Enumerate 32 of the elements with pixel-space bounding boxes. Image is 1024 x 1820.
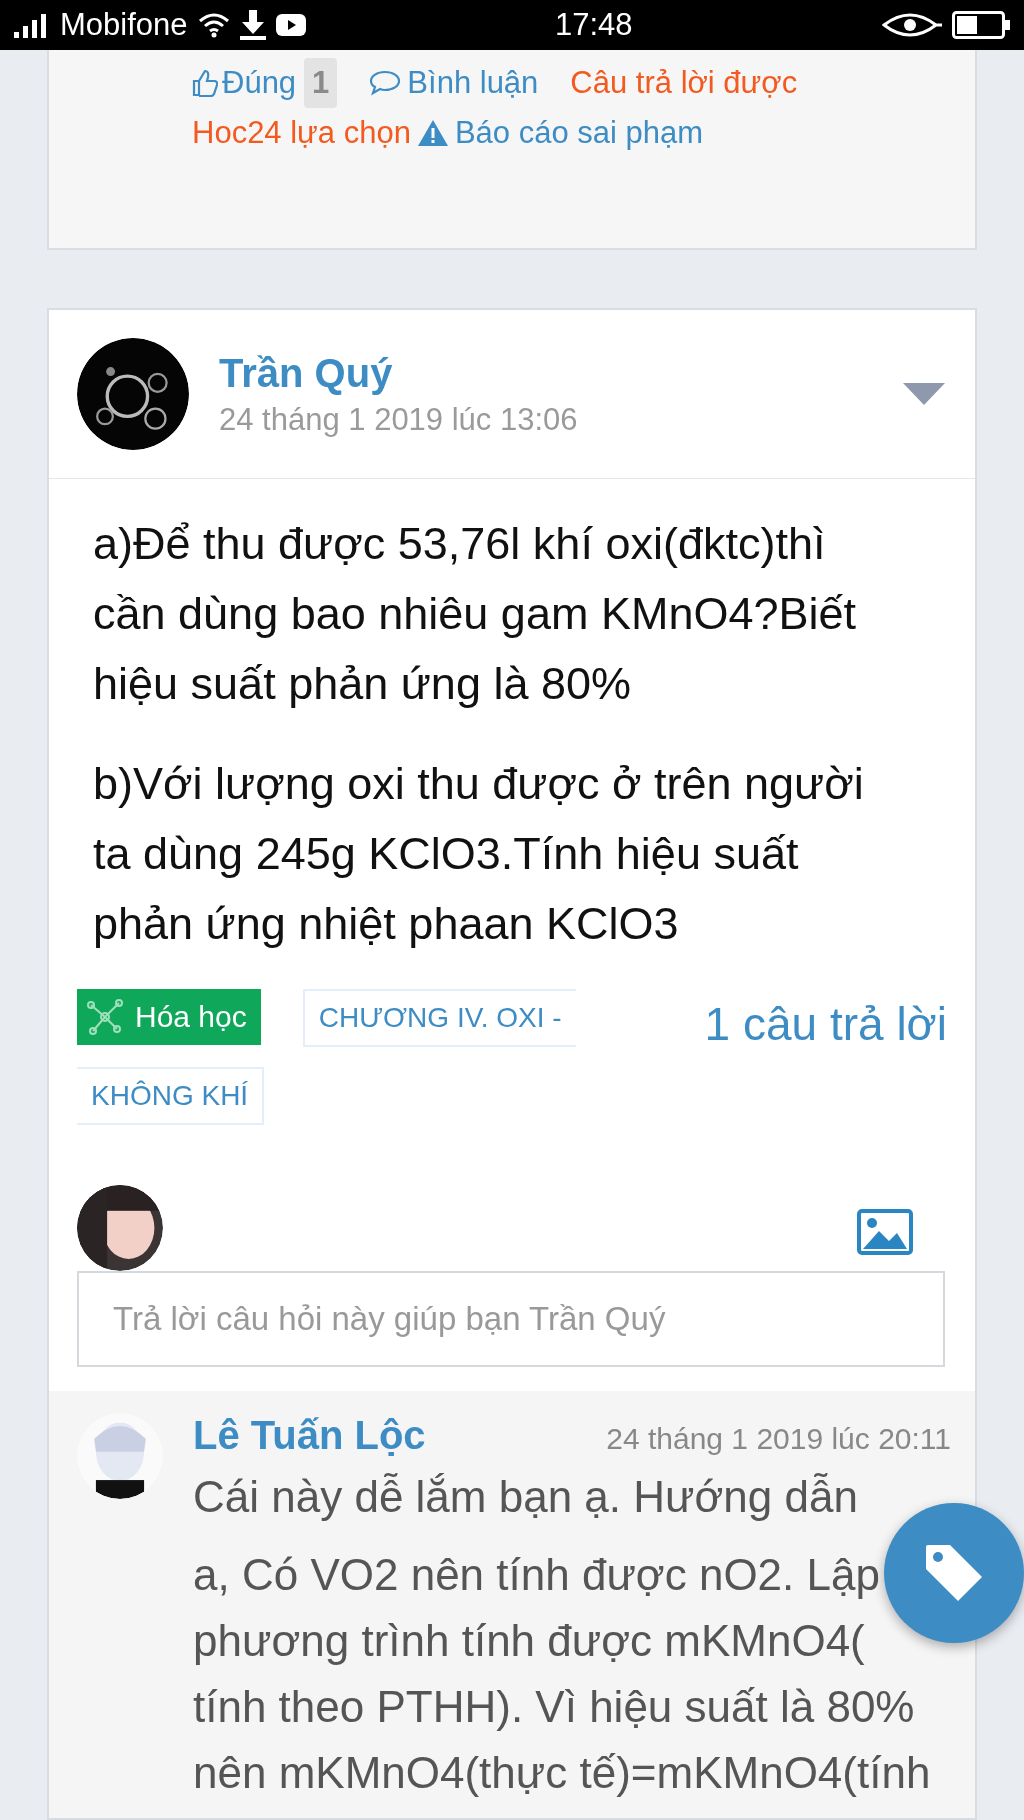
clock: 17:48 bbox=[555, 7, 633, 43]
dropdown-caret-icon[interactable] bbox=[903, 383, 945, 405]
comment-button[interactable]: Bình luận bbox=[369, 58, 539, 108]
chosen-answer-label: Hoc24 lựa chọn bbox=[192, 114, 411, 152]
chapter-tag[interactable]: CHƯƠNG IV. OXI - bbox=[302, 989, 576, 1047]
image-icon[interactable] bbox=[857, 1209, 913, 1255]
eye-icon bbox=[882, 11, 942, 39]
author-name[interactable]: Lê Tuấn Lộc bbox=[193, 1413, 426, 1458]
speech-bubble-icon bbox=[369, 70, 402, 96]
question-text: b)Với lượng oxi thu được ở trên người ta dùng 245g KClO3.Tính hiệu suất phản ứng nhiệt phaan KClO3 bbox=[93, 757, 865, 951]
chosen-answer-label: Câu trả lời được bbox=[570, 64, 798, 102]
chapter-tag[interactable]: KHÔNG KHÍ bbox=[77, 1067, 265, 1125]
vote-count: 1 bbox=[304, 58, 338, 108]
like-button[interactable]: Đúng 1 bbox=[192, 58, 338, 108]
question-text: a)Để thu được 53,76l khí oxi(đktc)thì cần dùng bao nhiêu gam KMnO4?Biết hiệu suất phản ứng là 80% bbox=[93, 517, 858, 711]
post-date: 24 tháng 1 2019 lúc 13:06 bbox=[219, 401, 579, 438]
author-name[interactable]: Trần Quý bbox=[219, 350, 873, 396]
subject-tag[interactable]: Hóa học bbox=[77, 989, 261, 1045]
wifi-icon bbox=[197, 12, 230, 38]
battery-icon bbox=[952, 11, 1010, 39]
answer-text: Cái này dễ lắm bạn ạ. Hướng dẫn bbox=[193, 1471, 859, 1523]
warning-icon bbox=[416, 119, 449, 147]
network-icon bbox=[85, 997, 125, 1037]
answer-text: a, Có VO2 nên tính được nO2. Lập phương trình tính được mKMnO4( tính theo PTHH). Vì hiệu suất là 80% nên mKMnO4(thực tế)=mKMnO4(tính bbox=[193, 1549, 932, 1799]
post-date: 24 tháng 1 2019 lúc 20:11 bbox=[606, 1422, 951, 1456]
carrier-name: Mobifone bbox=[60, 7, 188, 43]
play-icon bbox=[275, 14, 306, 36]
reply-input[interactable]: Trả lời câu hỏi này giúp bạn Trần Quý bbox=[77, 1271, 945, 1367]
thumbs-up-icon bbox=[192, 69, 218, 97]
answer-count[interactable]: 1 câu trả lời bbox=[704, 997, 947, 1051]
download-icon bbox=[239, 10, 266, 40]
report-link[interactable]: Báo cáo sai phạm bbox=[416, 108, 704, 158]
